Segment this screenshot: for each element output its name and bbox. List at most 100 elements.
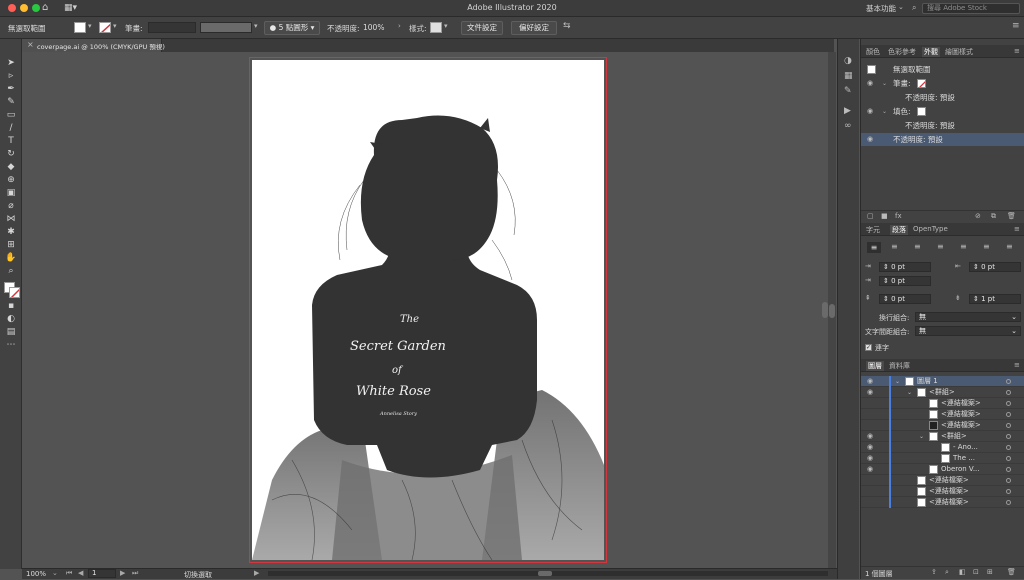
justify-last-center-icon[interactable]: ≡ — [960, 242, 967, 251]
canvas-area[interactable]: The Secret Garden of White Rose Annelisa… — [22, 52, 828, 568]
stroke-swatch[interactable] — [99, 22, 111, 33]
visibility-eye-icon[interactable]: ◉ — [867, 453, 873, 464]
chevron-down-icon[interactable]: ⌄ — [898, 3, 904, 11]
target-circle-icon[interactable] — [1006, 456, 1011, 461]
draw-mode-icon[interactable]: ◐ — [5, 314, 17, 324]
type-tool-icon[interactable]: T — [5, 136, 17, 146]
appearance-fill-opacity-row[interactable]: 不透明度: 預設 — [861, 119, 1024, 132]
appearance-stroke-row[interactable]: ◉ ⌄ 筆畫: — [861, 77, 1024, 90]
links-panel-icon[interactable]: ∞ — [844, 121, 852, 131]
visibility-eye-icon[interactable]: ◉ — [867, 133, 873, 146]
tab-opentype[interactable]: OpenType — [913, 225, 948, 233]
next-artboard-icon[interactable]: ▶ — [120, 569, 125, 577]
visibility-eye-icon[interactable]: ◉ — [867, 387, 873, 398]
justify-last-left-icon[interactable]: ≡ — [937, 242, 944, 251]
expand-chevron-icon[interactable]: ⌄ — [882, 77, 887, 90]
artboard[interactable]: The Secret Garden of White Rose Annelisa… — [249, 57, 607, 563]
selection-tool-icon[interactable]: ➤ — [5, 58, 17, 68]
select-similar-icon[interactable]: ⇆ — [563, 21, 571, 31]
status-menu-icon[interactable]: ▶ — [254, 569, 259, 577]
panel-menu-icon[interactable]: ≡ — [1014, 361, 1020, 369]
tab-color-guide[interactable]: 色彩參考 — [888, 47, 916, 57]
visibility-eye-icon[interactable]: ◉ — [867, 442, 873, 453]
stroke-weight-input[interactable] — [148, 22, 196, 33]
target-circle-icon[interactable] — [1006, 500, 1011, 505]
justify-last-right-icon[interactable]: ≡ — [983, 242, 990, 251]
vertical-scrollbar[interactable] — [828, 52, 836, 568]
clipping-mask-icon[interactable]: ◧ — [959, 568, 966, 576]
actions-panel-icon[interactable]: ▶ — [844, 106, 851, 116]
last-artboard-icon[interactable]: ⏭ — [132, 569, 138, 578]
new-layer-icon[interactable]: ⊞ — [987, 568, 993, 576]
panel-menu-icon[interactable]: ≡ — [1014, 47, 1020, 55]
stroke-mini-swatch[interactable] — [917, 79, 926, 88]
variable-width-profile[interactable] — [200, 22, 252, 33]
zoom-level[interactable]: 100% — [26, 570, 46, 578]
align-center-icon[interactable]: ≡ — [891, 242, 898, 251]
space-before-input[interactable]: ⇕ 0 pt — [879, 294, 931, 304]
zoom-dropdown-icon[interactable]: ⌄ — [52, 569, 58, 577]
color-mode-icon[interactable]: ▪ — [5, 301, 17, 311]
document-tab[interactable]: × coverpage.ai @ 100% (CMYK/GPU 預視) — [22, 39, 165, 52]
style-dropdown-icon[interactable]: ▾ — [444, 22, 448, 30]
delete-item-icon[interactable]: 🗑 — [1007, 212, 1016, 220]
expand-chevron-icon[interactable]: ⌄ — [919, 431, 924, 442]
layer-row[interactable]: ◉ ⌄ <群組> — [861, 431, 1024, 442]
layer-row[interactable]: <連結檔案> — [861, 409, 1024, 420]
opacity-value[interactable]: 100% — [363, 23, 384, 32]
layer-row[interactable]: ◉ Oberon V... — [861, 464, 1024, 475]
fill-swatch[interactable] — [74, 22, 86, 33]
more-tools-icon[interactable]: ⋯ — [5, 340, 17, 350]
curvature-tool-icon[interactable]: ✎ — [5, 97, 17, 107]
symbol-sprayer-tool-icon[interactable]: ✱ — [5, 227, 17, 237]
align-left-icon[interactable]: ≡ — [867, 242, 881, 253]
artboard-tool-icon[interactable]: ⊞ — [5, 240, 17, 250]
panel-menu-icon[interactable]: ≡ — [1014, 225, 1020, 233]
locate-object-icon[interactable]: ⌕ — [945, 568, 949, 577]
fill-dropdown-icon[interactable]: ▾ — [88, 22, 92, 30]
tab-character[interactable]: 字元 — [866, 225, 880, 235]
layer-row[interactable]: <連結檔案> — [861, 398, 1024, 409]
chevron-right-icon[interactable]: › — [398, 22, 401, 30]
brush-definition-dropdown[interactable]: ● 5 點圓形 ▾ — [264, 21, 320, 35]
appearance-stroke-opacity-row[interactable]: 不透明度: 預設 — [861, 91, 1024, 104]
swatches-panel-icon[interactable]: ▦ — [844, 71, 853, 81]
tab-paragraph[interactable]: 段落 — [890, 225, 908, 235]
brushes-panel-icon[interactable]: ✎ — [844, 86, 852, 96]
target-circle-icon[interactable] — [1006, 445, 1011, 450]
right-indent-input[interactable]: ⇕ 0 pt — [969, 262, 1021, 272]
target-circle-icon[interactable] — [1006, 401, 1011, 406]
stock-search-input[interactable]: 搜尋 Adobe Stock — [922, 3, 1020, 14]
direct-selection-tool-icon[interactable]: ▹ — [5, 71, 17, 81]
appearance-fill-row[interactable]: ◉ ⌄ 填色: — [861, 105, 1024, 118]
horizontal-scrollbar[interactable] — [268, 571, 828, 576]
rotate-tool-icon[interactable]: ↻ — [5, 149, 17, 159]
color-panel-icon[interactable]: ◑ — [844, 56, 852, 66]
layer-row[interactable]: <連結檔案> — [861, 497, 1024, 508]
layer-row[interactable]: <連結檔案> — [861, 475, 1024, 486]
zoom-tool-icon[interactable]: ⌕ — [5, 266, 17, 276]
profile-dropdown-icon[interactable]: ▾ — [254, 22, 258, 30]
artboard-number-input[interactable]: 1 — [88, 569, 116, 578]
visibility-eye-icon[interactable]: ◉ — [867, 431, 873, 442]
target-circle-icon[interactable] — [1006, 390, 1011, 395]
tab-libraries[interactable]: 資料庫 — [889, 361, 910, 371]
first-line-indent-input[interactable]: ⇕ 0 pt — [879, 276, 931, 286]
target-circle-icon[interactable] — [1006, 467, 1011, 472]
graphic-style-swatch[interactable] — [430, 22, 442, 33]
gradient-tool-icon[interactable]: ▣ — [5, 188, 17, 198]
stroke-dropdown-icon[interactable]: ▾ — [113, 22, 117, 30]
hand-tool-icon[interactable]: ✋ — [5, 253, 17, 263]
new-sublayer-icon[interactable]: ⊡ — [973, 568, 979, 576]
panel-menu-icon[interactable]: ≡ — [1012, 21, 1020, 31]
add-fill-icon[interactable]: ■ — [881, 212, 888, 220]
space-after-input[interactable]: ⇕ 1 pt — [969, 294, 1021, 304]
target-circle-icon[interactable] — [1006, 412, 1011, 417]
fill-mini-swatch[interactable] — [917, 107, 926, 116]
workspace-switcher[interactable]: 基本功能 — [866, 3, 896, 14]
horizontal-scroll-thumb[interactable] — [538, 571, 552, 576]
duplicate-item-icon[interactable]: ⧉ — [991, 212, 996, 221]
spacing-select[interactable]: 無 ⌄ — [915, 326, 1021, 336]
align-right-icon[interactable]: ≡ — [914, 242, 921, 251]
tab-appearance[interactable]: 外觀 — [922, 47, 940, 57]
